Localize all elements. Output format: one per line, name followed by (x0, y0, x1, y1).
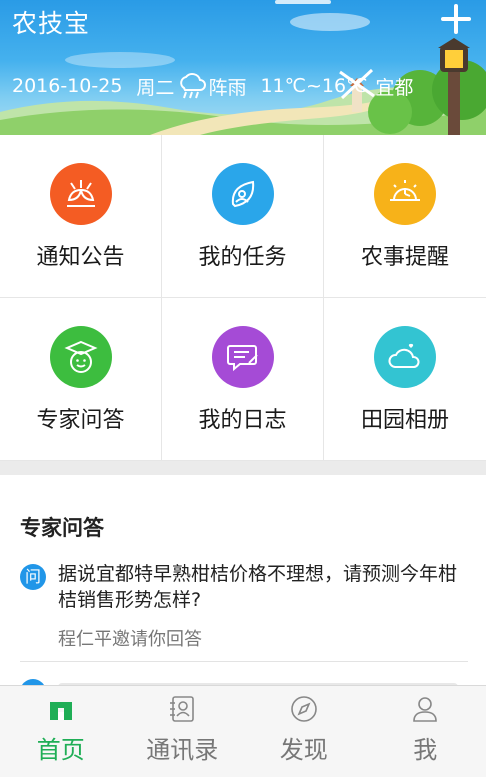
weather-city: 宜都 (375, 76, 414, 99)
weather-condition: 阵雨 (208, 76, 247, 99)
header-banner: 农技宝 2016-10-25 周二 阵雨 11℃~16℃ 宜都 (0, 0, 486, 135)
cloud-heart-icon (374, 326, 436, 388)
invite-text: 程仁平邀请你回答 (58, 629, 202, 650)
tab-discover[interactable]: 发现 (243, 686, 365, 777)
question-badge-icon: 问 (20, 564, 46, 590)
tile-label: 田园相册 (360, 408, 449, 433)
tab-label: 我 (413, 736, 438, 764)
section-divider (0, 461, 486, 475)
weather-date: 2016-10-25 (12, 75, 123, 97)
expert-qa-section: 专家问答 问 据说宜都特早熟柑桔价格不理想，请预测今年柑桔销售形势怎样? 程仁平… (0, 475, 486, 685)
tab-contacts[interactable]: 通讯录 (122, 686, 244, 777)
tile-my-tasks[interactable]: 我的任务 (162, 135, 324, 298)
tile-label: 我的日志 (198, 408, 287, 433)
tile-label: 我的任务 (198, 245, 287, 270)
tile-expert-qa[interactable]: 专家问答 (0, 298, 162, 461)
add-button[interactable] (438, 0, 474, 36)
bottom-tab-bar: 首页 通讯录 发现 我 (0, 685, 486, 777)
tile-announcements[interactable]: 通知公告 (0, 135, 162, 298)
weather-row: 2016-10-25 周二 阵雨 11℃~16℃ 宜都 (12, 72, 413, 100)
rain-cloud-icon (180, 73, 207, 99)
tab-label: 发现 (279, 736, 328, 764)
feature-grid: 通知公告 我的任务 农事提醒 专家问答 我的日志 田园相册 (0, 135, 486, 461)
home-icon (49, 702, 72, 720)
sunrise-clock-icon (374, 163, 436, 225)
weather-weekday: 周二 (136, 76, 175, 99)
weather-temperature: 11℃~16℃ (260, 75, 368, 97)
compass-icon (290, 696, 317, 722)
profile-icon (413, 697, 438, 722)
tile-garden-album[interactable]: 田园相册 (324, 298, 486, 461)
app-title: 农技宝 (12, 9, 91, 38)
tile-my-diary[interactable]: 我的日志 (162, 298, 324, 461)
tab-label: 首页 (36, 736, 85, 764)
task-leaf-icon (211, 163, 274, 225)
contacts-icon (170, 696, 195, 722)
tab-me[interactable]: 我 (365, 686, 486, 777)
tile-label: 农事提醒 (360, 245, 449, 270)
tile-label: 通知公告 (36, 245, 125, 270)
section-title: 专家问答 (20, 516, 104, 540)
tab-label: 通讯录 (146, 736, 219, 764)
graduate-cap-icon (49, 326, 112, 388)
tile-label: 专家问答 (36, 408, 125, 433)
diary-chat-icon (211, 326, 274, 388)
announcement-icon (49, 163, 112, 225)
tile-farm-reminders[interactable]: 农事提醒 (324, 135, 486, 298)
tab-home[interactable]: 首页 (0, 686, 122, 777)
question-text: 据说宜都特早熟柑桔价格不理想，请预测今年柑桔销售形势怎样? (58, 563, 458, 611)
list-divider (20, 661, 468, 662)
